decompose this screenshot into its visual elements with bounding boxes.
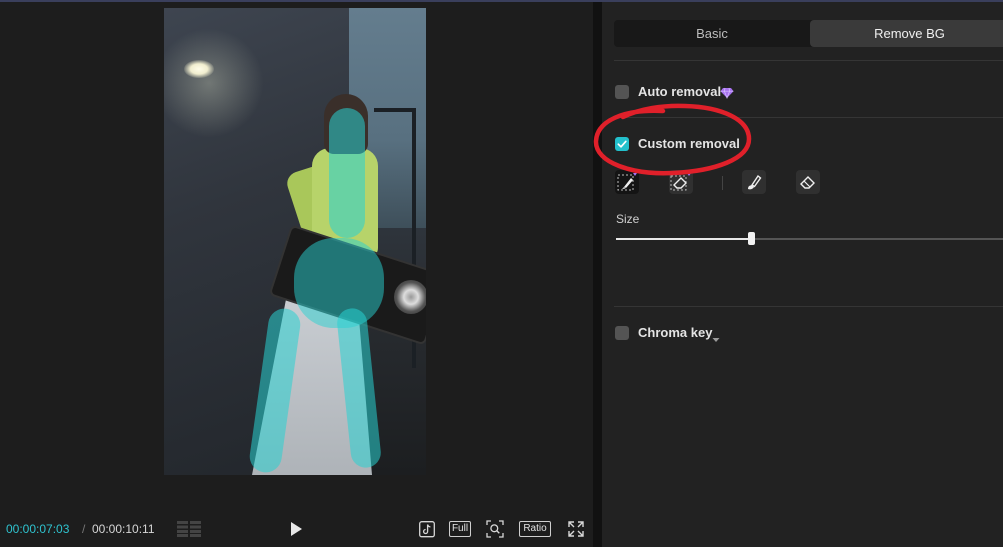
total-timecode: 00:00:10:11 <box>92 522 155 536</box>
ratio-label: Ratio <box>519 521 551 537</box>
eraser-icon <box>800 176 815 189</box>
smart-brush-icon <box>617 173 637 191</box>
size-slider-fill <box>616 238 752 240</box>
full-quality-button[interactable]: Full <box>449 520 471 538</box>
removal-mask-stroke <box>329 108 365 238</box>
chroma-key-checkbox[interactable] <box>615 326 629 340</box>
size-label: Size <box>616 212 640 226</box>
brush-tool[interactable] <box>742 170 766 194</box>
tool-separator <box>722 176 723 190</box>
tab-basic[interactable]: Basic <box>614 20 810 47</box>
caret-down-icon <box>712 338 720 342</box>
divider-line <box>614 60 1003 61</box>
video-preview-frame[interactable] <box>164 8 426 475</box>
timecode-separator: / <box>82 522 86 536</box>
zoom-button[interactable] <box>486 520 504 538</box>
preview-lamp <box>184 60 214 78</box>
zoom-icon <box>486 520 504 538</box>
premium-gem-icon <box>720 86 734 99</box>
grid-icon[interactable] <box>177 521 201 537</box>
divider-line <box>614 117 1003 118</box>
size-slider[interactable] <box>616 232 1003 245</box>
play-button[interactable] <box>288 520 304 538</box>
tiktok-preview-button[interactable] <box>419 520 435 538</box>
checkmark-icon <box>617 140 627 148</box>
eraser-tool[interactable] <box>796 170 820 194</box>
smart-brush-tool[interactable] <box>615 170 639 194</box>
divider-line <box>614 306 1003 307</box>
current-timecode: 00:00:07:03 <box>6 522 70 536</box>
chroma-key-label: Chroma key <box>638 325 713 340</box>
fullscreen-icon <box>568 521 584 537</box>
preview-pole-arm <box>374 108 416 112</box>
tab-remove-bg[interactable]: Remove BG <box>810 20 1003 47</box>
properties-panel: Basic Remove BG Auto removal Custom remo… <box>602 2 1003 547</box>
custom-removal-label: Custom removal <box>638 136 740 151</box>
auto-removal-label: Auto removal <box>638 84 722 99</box>
brush-icon <box>748 174 762 190</box>
auto-removal-checkbox[interactable] <box>615 85 629 99</box>
play-icon <box>291 522 302 536</box>
panel-divider[interactable] <box>593 2 602 547</box>
chroma-key-dropdown[interactable] <box>712 330 720 342</box>
size-slider-thumb[interactable] <box>748 232 756 245</box>
smart-eraser-icon <box>670 173 691 191</box>
video-player: 00:00:07:03 / 00:00:10:11 Full Ratio <box>0 2 593 547</box>
full-label: Full <box>449 521 471 537</box>
smart-eraser-tool[interactable] <box>669 170 693 194</box>
preview-jog-wheel <box>394 280 426 314</box>
ratio-button[interactable]: Ratio <box>519 520 551 538</box>
custom-removal-checkbox[interactable] <box>615 137 629 151</box>
tiktok-icon <box>419 521 435 538</box>
tab-bar: Basic Remove BG <box>614 20 1003 47</box>
fullscreen-button[interactable] <box>567 520 585 538</box>
